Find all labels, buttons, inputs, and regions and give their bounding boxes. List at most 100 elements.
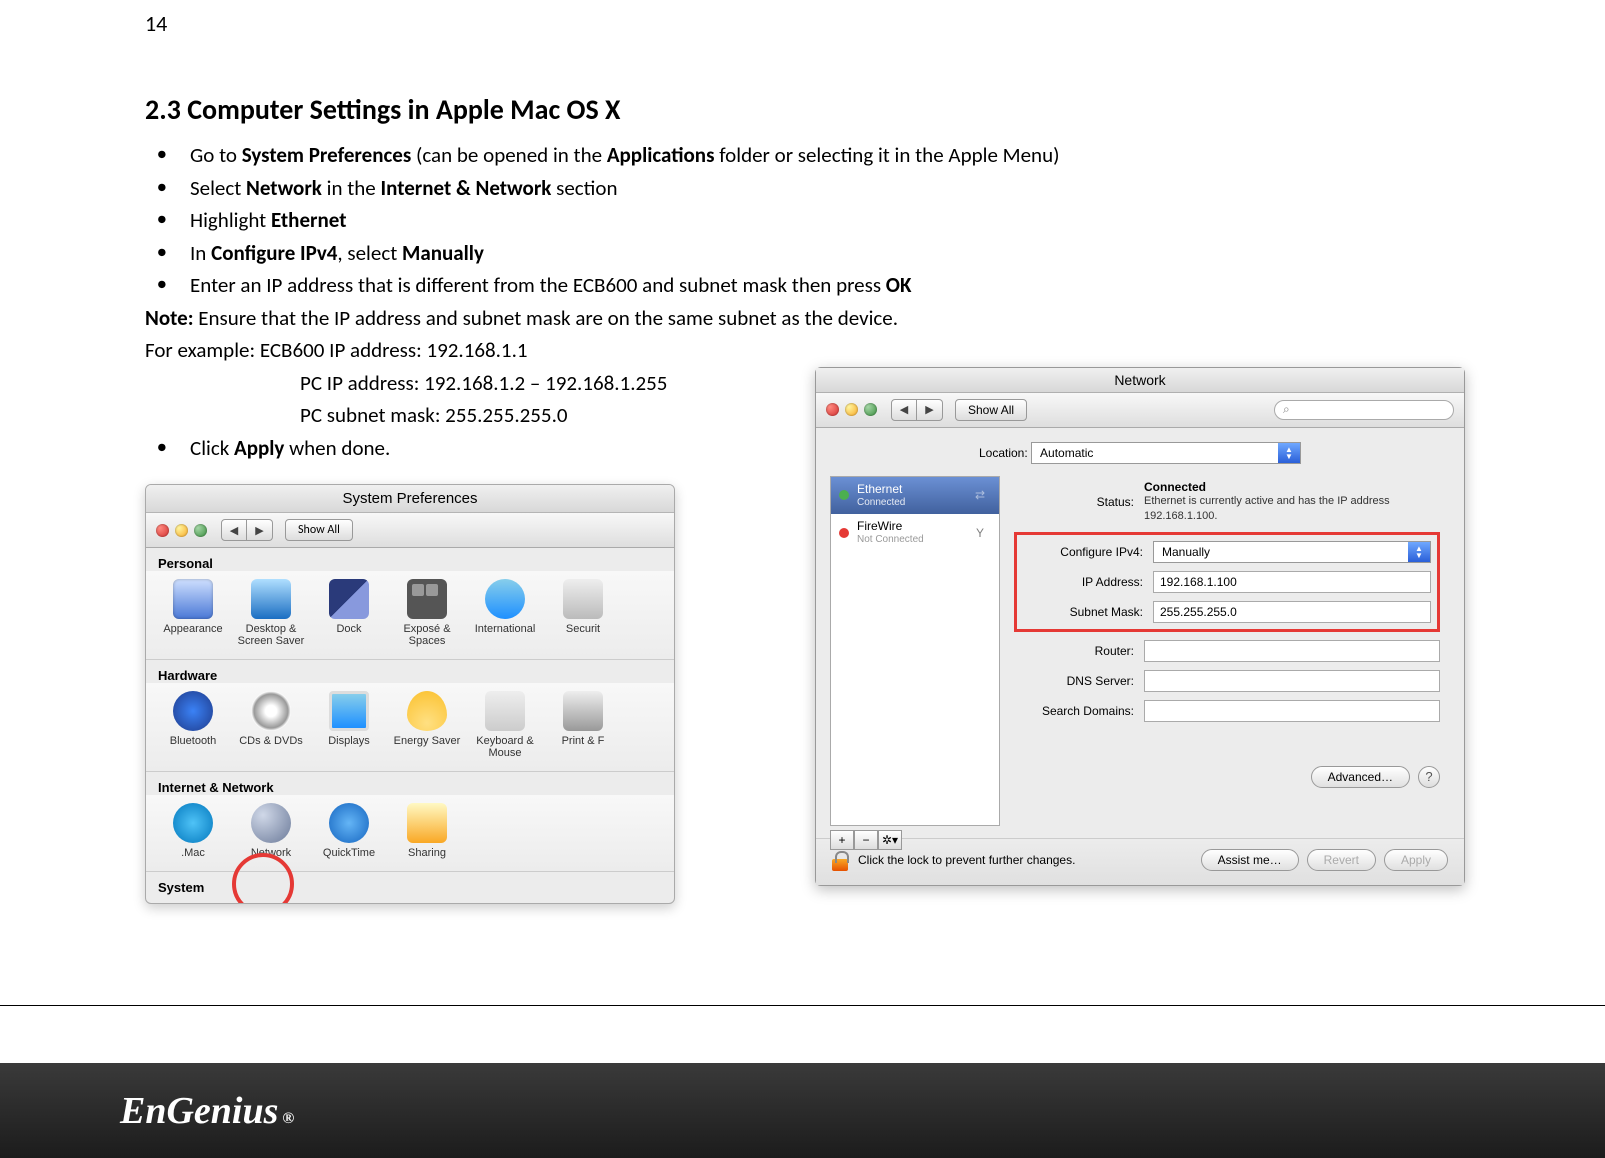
- location-dropdown[interactable]: Automatic ▲▼: [1031, 442, 1301, 464]
- sysprefs-title: System Preferences: [146, 485, 674, 513]
- ethernet-icon: ⇄: [969, 488, 991, 502]
- network-icon: [251, 803, 291, 843]
- search-domains-label: Search Domains:: [1014, 704, 1144, 718]
- pref-desktop[interactable]: Desktop & Screen Saver: [232, 579, 310, 647]
- location-label: Location:: [979, 446, 1028, 460]
- instruction-list: Go to System Preferences (can be opened …: [145, 139, 1465, 302]
- lock-icon[interactable]: [832, 849, 850, 871]
- router-input[interactable]: [1144, 640, 1440, 662]
- section-internet: Internet & Network: [146, 772, 674, 795]
- pref-print[interactable]: Print & F: [544, 691, 622, 759]
- pref-dock[interactable]: Dock: [310, 579, 388, 647]
- display-icon: [329, 691, 369, 731]
- pref-energy[interactable]: Energy Saver: [388, 691, 466, 759]
- interface-sidebar: EthernetConnected ⇄ FireWireNot Connecte…: [830, 476, 1000, 826]
- expose-icon: [407, 579, 447, 619]
- dock-icon: [329, 579, 369, 619]
- subnet-label: Subnet Mask:: [1023, 605, 1153, 619]
- bullet-4: In Configure IPv4, select Manually: [145, 237, 1465, 270]
- ip-label: IP Address:: [1023, 575, 1153, 589]
- network-title: Network: [816, 368, 1464, 393]
- status-label: Status:: [1014, 495, 1144, 509]
- section-personal: Personal: [146, 548, 674, 571]
- chevron-updown-icon: ▲▼: [1278, 443, 1300, 463]
- pref-quicktime[interactable]: QuickTime: [310, 803, 388, 859]
- pref-keyboard[interactable]: Keyboard & Mouse: [466, 691, 544, 759]
- zoom-icon[interactable]: [864, 403, 877, 416]
- bluetooth-icon: [173, 691, 213, 731]
- bullet-1: Go to System Preferences (can be opened …: [145, 139, 1465, 172]
- globe-icon: [485, 579, 525, 619]
- bullet-3: Highlight Ethernet: [145, 204, 1465, 237]
- search-domains-input[interactable]: [1144, 700, 1440, 722]
- close-icon[interactable]: [156, 524, 169, 537]
- add-interface-button[interactable]: +: [830, 830, 854, 850]
- firewire-icon: Y: [969, 526, 991, 540]
- sysprefs-window: System Preferences ◀ ▶ Show All Personal: [145, 484, 675, 904]
- appearance-icon: [173, 579, 213, 619]
- engenius-logo: EnGenius®: [120, 1089, 294, 1133]
- apply-button[interactable]: Apply: [1384, 849, 1448, 871]
- status-dot-icon: [839, 490, 849, 500]
- configure-label: Configure IPv4:: [1023, 545, 1153, 559]
- pref-bluetooth[interactable]: Bluetooth: [154, 691, 232, 759]
- lock-text: Click the lock to prevent further change…: [858, 853, 1075, 867]
- sidebar-item-firewire[interactable]: FireWireNot Connected Y: [831, 514, 999, 551]
- mac-icon: [173, 803, 213, 843]
- page-footer: EnGenius®: [0, 1063, 1605, 1158]
- bulb-icon: [407, 691, 447, 731]
- search-input[interactable]: [1274, 400, 1454, 420]
- sidebar-item-ethernet[interactable]: EthernetConnected ⇄: [831, 477, 999, 514]
- keyboard-icon: [485, 691, 525, 731]
- quicktime-icon: [329, 803, 369, 843]
- example-line-3: PC subnet mask: 255.255.255.0: [145, 399, 785, 432]
- network-window: Network ◀ ▶ Show All Location:: [815, 367, 1465, 886]
- pref-appearance[interactable]: Appearance: [154, 579, 232, 647]
- status-message: Ethernet is currently active and has the…: [1144, 494, 1440, 524]
- minimize-icon[interactable]: [845, 403, 858, 416]
- dns-input[interactable]: [1144, 670, 1440, 692]
- show-all-button[interactable]: Show All: [955, 399, 1027, 421]
- folder-icon: [407, 803, 447, 843]
- section-heading: 2.3 Computer Settings in Apple Mac OS X: [145, 92, 1465, 127]
- pref-international[interactable]: International: [466, 579, 544, 647]
- pref-mac[interactable]: .Mac: [154, 803, 232, 859]
- forward-button[interactable]: ▶: [247, 519, 273, 541]
- minimize-icon[interactable]: [175, 524, 188, 537]
- section-hardware: Hardware: [146, 660, 674, 683]
- help-button[interactable]: ?: [1418, 766, 1440, 788]
- printer-icon: [563, 691, 603, 731]
- router-label: Router:: [1014, 644, 1144, 658]
- forward-button[interactable]: ▶: [917, 399, 943, 421]
- advanced-button[interactable]: Advanced…: [1311, 766, 1410, 788]
- show-all-button[interactable]: Show All: [285, 519, 353, 541]
- ip-address-input[interactable]: [1153, 571, 1431, 593]
- dns-label: DNS Server:: [1014, 674, 1144, 688]
- remove-interface-button[interactable]: −: [854, 830, 878, 850]
- pref-network[interactable]: Network: [232, 803, 310, 859]
- assist-button[interactable]: Assist me…: [1201, 849, 1299, 871]
- back-button[interactable]: ◀: [891, 399, 917, 421]
- house-icon: [563, 579, 603, 619]
- example-line-2: PC IP address: 192.168.1.2 – 192.168.1.2…: [145, 367, 785, 400]
- pref-sharing[interactable]: Sharing: [388, 803, 466, 859]
- close-icon[interactable]: [826, 403, 839, 416]
- pref-cds[interactable]: CDs & DVDs: [232, 691, 310, 759]
- bullet-2: Select Network in the Internet & Network…: [145, 172, 1465, 205]
- chevron-updown-icon: ▲▼: [1408, 542, 1430, 562]
- page-number: 14: [145, 10, 1465, 37]
- action-menu-button[interactable]: ✲▾: [878, 830, 902, 850]
- pref-expose[interactable]: Exposé & Spaces: [388, 579, 466, 647]
- cd-icon: [251, 691, 291, 731]
- bullet-5: Enter an IP address that is different fr…: [145, 269, 1465, 302]
- highlight-box: Configure IPv4: Manually ▲▼ IP Address:: [1014, 532, 1440, 632]
- status-dot-icon: [839, 528, 849, 538]
- zoom-icon[interactable]: [194, 524, 207, 537]
- revert-button[interactable]: Revert: [1307, 849, 1376, 871]
- configure-dropdown[interactable]: Manually ▲▼: [1153, 541, 1431, 563]
- pref-security[interactable]: Securit: [544, 579, 622, 647]
- pref-displays[interactable]: Displays: [310, 691, 388, 759]
- subnet-mask-input[interactable]: [1153, 601, 1431, 623]
- back-button[interactable]: ◀: [221, 519, 247, 541]
- section-system: System: [146, 872, 674, 903]
